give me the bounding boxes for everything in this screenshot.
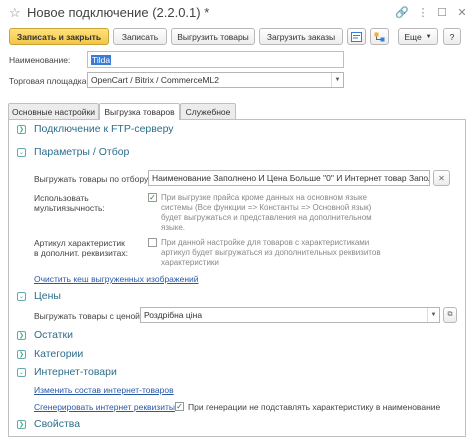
load-orders-button[interactable]: Загрузить заказы	[259, 28, 343, 45]
price-value: Роздрібна ціна	[144, 310, 203, 320]
filter-label: Выгружать товары по отбору:	[34, 174, 151, 184]
structure-icon[interactable]	[370, 28, 389, 45]
save-and-close-button[interactable]: Записать и закрыть	[9, 28, 109, 45]
article-checkbox[interactable]	[148, 238, 157, 247]
tab-upload-products[interactable]: Выгрузка товаров	[99, 103, 180, 120]
price-open-button[interactable]: ⧉	[443, 307, 457, 323]
collapse-icon[interactable]: ⌄	[17, 368, 26, 377]
link-icon[interactable]: 🔗	[395, 6, 409, 19]
clear-icon: ✕	[438, 173, 445, 183]
upload-products-button[interactable]: Выгрузить товары	[171, 28, 255, 45]
tab-main-settings[interactable]: Основные настройки	[8, 103, 99, 119]
section-internet[interactable]: Интернет-товари	[34, 366, 117, 378]
more-button[interactable]: Еще ▼	[398, 28, 438, 45]
note-line: При данной настройке для товаров с харак…	[161, 238, 370, 247]
chevron-down-icon: ▼	[425, 33, 432, 40]
collapse-icon[interactable]: ⌄	[17, 148, 26, 157]
section-ftp[interactable]: Подключение к FTP-серверу	[34, 123, 174, 135]
article-note: При данной настройке для товаров с харак…	[161, 238, 381, 268]
multilang-note: При выгрузке прайса кроме данных на осно…	[161, 193, 372, 233]
collapse-icon[interactable]: ⌄	[17, 292, 26, 301]
filter-value: Наименование Заполнено И Цена Больше "0"…	[152, 173, 430, 183]
article-label-2: в дополнит. реквизитах:	[34, 248, 129, 258]
chevron-down-icon[interactable]: ▼	[331, 73, 343, 87]
no-char-checkbox[interactable]: ✓	[175, 402, 184, 411]
generate-props-link[interactable]: Сгенерировать интернет реквизиты	[34, 402, 175, 412]
close-icon[interactable]: ✕	[455, 6, 469, 19]
note-line: артикул будет выгружаться из дополнитель…	[161, 248, 381, 257]
favorite-star-icon[interactable]: ☆	[9, 5, 21, 21]
multilang-label-2: мультиязычность:	[34, 203, 105, 213]
expand-icon[interactable]: ❯	[17, 420, 26, 429]
name-value: Tilda	[91, 54, 112, 65]
platform-label: Торговая площадка:	[9, 76, 89, 86]
no-char-label: При генерации не подставлять характерист…	[188, 402, 441, 412]
chevron-down-icon[interactable]: ▼	[427, 308, 439, 322]
note-line: языке.	[161, 223, 186, 232]
help-button[interactable]: ?	[443, 28, 461, 45]
more-label: Еще	[404, 31, 422, 42]
platform-value: OpenCart / Bitrix / CommerceML2	[91, 75, 220, 85]
note-line: будет выгружаться и представления на доп…	[161, 213, 372, 222]
clear-cache-link[interactable]: Очистить кеш выгруженных изображений	[34, 274, 199, 284]
expand-icon[interactable]: ❯	[17, 125, 26, 134]
more-icon[interactable]: ⋮	[416, 6, 430, 19]
open-icon: ⧉	[447, 311, 453, 318]
note-line: При выгрузке прайса кроме данных на осно…	[161, 193, 367, 202]
section-categories[interactable]: Категории	[34, 348, 83, 360]
filter-clear-button[interactable]: ✕	[433, 170, 450, 186]
multilang-checkbox[interactable]: ✓	[148, 193, 157, 202]
change-internet-link[interactable]: Изменить состав интернет-товаров	[34, 385, 174, 395]
section-props[interactable]: Свойства	[34, 418, 80, 430]
save-button[interactable]: Записать	[113, 28, 167, 45]
tab-service[interactable]: Служебное	[180, 103, 236, 119]
multilang-label-1: Использовать	[34, 193, 89, 203]
note-line: системы (Все функции => Константы => Осн…	[161, 203, 372, 212]
price-select[interactable]: Роздрібна ціна ▼	[140, 307, 440, 323]
window-title: Новое подключение (2.2.0.1) *	[27, 5, 210, 20]
name-input[interactable]: Tilda	[87, 51, 344, 68]
expand-icon[interactable]: ❯	[17, 350, 26, 359]
article-label-1: Артикул характеристик	[34, 238, 125, 248]
name-label: Наименование:	[9, 55, 71, 65]
expand-icon[interactable]: ❯	[17, 331, 26, 340]
filter-input[interactable]: Наименование Заполнено И Цена Больше "0"…	[148, 170, 430, 186]
note-line: характеристики	[161, 258, 219, 267]
price-label: Выгружать товары с ценой:	[34, 311, 143, 321]
platform-select[interactable]: OpenCart / Bitrix / CommerceML2 ▼	[87, 72, 344, 88]
section-stock[interactable]: Остатки	[34, 329, 73, 341]
section-params[interactable]: Параметры / Отбор	[34, 146, 129, 158]
maximize-icon[interactable]: ☐	[435, 6, 449, 19]
report-icon[interactable]	[347, 28, 366, 45]
section-prices[interactable]: Цены	[34, 290, 61, 302]
